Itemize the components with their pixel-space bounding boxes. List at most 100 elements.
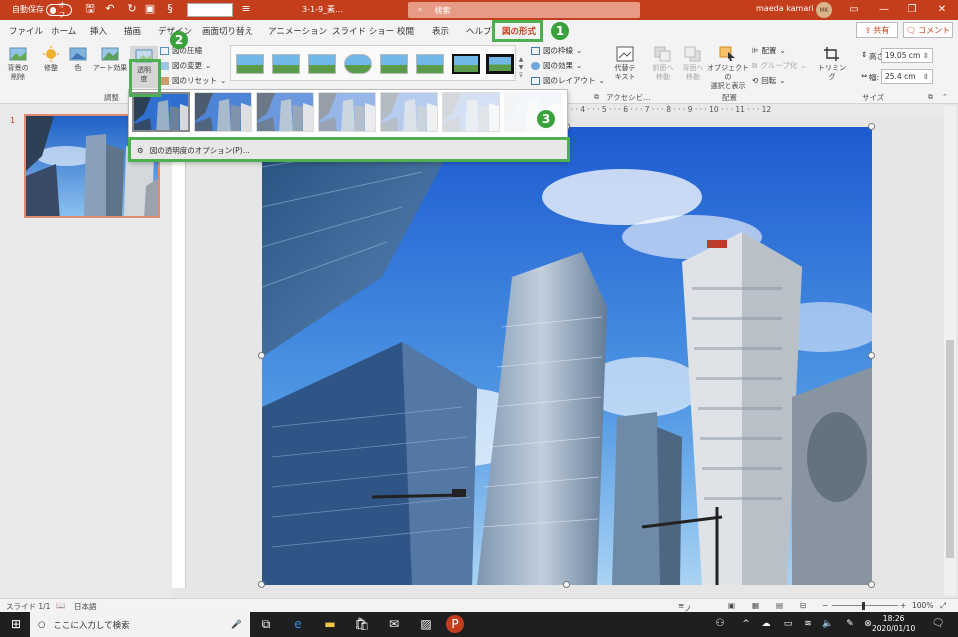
transparency-preset-50[interactable] [318,92,376,132]
spinner-icon[interactable]: ⇳ [923,51,929,60]
reading-view-icon[interactable]: ▤ [776,601,783,610]
send-backward-button[interactable]: 背面へ 移動 [678,46,708,82]
transparency-preset-80[interactable] [442,92,500,132]
tab-draw[interactable]: 描画 [124,25,141,37]
selected-picture[interactable] [262,127,872,585]
zoom-slider[interactable] [832,605,898,606]
gallery-scroll[interactable]: ▲ ▼ ⊽ [516,56,526,80]
tab-file[interactable]: ファイル [9,25,43,37]
picture-style-2[interactable] [272,54,300,74]
tab-insert[interactable]: 挿入 [90,25,107,37]
zoom-level[interactable]: 100% [912,601,933,610]
notification-icon[interactable]: 🗨 [928,615,948,633]
restore-icon[interactable]: ❐ [904,2,920,18]
reset-picture-button[interactable]: 図のリセット ⌄ [160,75,226,86]
tray-chevron-icon[interactable]: ^ [736,615,756,633]
zoom-out-icon[interactable]: − [822,601,828,610]
customize-icon[interactable]: § [164,3,176,15]
picture-style-8[interactable] [486,54,514,74]
mail-icon[interactable]: ✉ [384,615,404,633]
file-explorer-icon[interactable]: ▬ [320,615,340,633]
spellcheck-icon[interactable]: 📖 [56,601,65,610]
picture-style-5[interactable] [380,54,408,74]
transparency-button[interactable]: 透明 度 [130,46,158,88]
network-icon[interactable]: ▭ [778,615,798,633]
close-icon[interactable]: ✕ [934,2,950,18]
onedrive-icon[interactable]: ☁ [756,615,776,633]
powerpoint-icon[interactable]: P [446,615,464,633]
store-icon[interactable]: 🛍 [352,615,372,633]
resize-handle-e[interactable] [868,352,875,359]
fit-slide-icon[interactable]: ⤢ [940,601,946,611]
height-input[interactable]: 19.05 cm ⇳ [881,48,933,63]
redo-icon[interactable]: ↻ [126,3,138,15]
windows-start-icon[interactable]: ⊞ [6,615,26,633]
slideshow-view-icon[interactable]: ⊟ [800,601,806,610]
collapse-ribbon-icon[interactable]: ⌃ [942,93,948,101]
crop-button[interactable]: トリミング [816,46,848,82]
transparency-preset-95[interactable] [504,92,562,132]
picture-style-7[interactable] [452,54,480,74]
clock[interactable]: 18:26 2020/01/10 [872,614,915,634]
notes-button[interactable]: ≡ ノート [678,601,692,635]
edge-icon[interactable]: e [288,615,308,633]
comment-button[interactable]: 🗨 コメント [903,22,953,38]
minimize-icon[interactable]: — [876,2,892,18]
picture-layout-button[interactable]: 図のレイアウト ⌄ [531,75,605,86]
tab-picture-format[interactable]: 図の形式 [502,25,536,37]
qat-more-icon[interactable]: ≡ [240,3,252,15]
tab-view[interactable]: 表示 [432,25,449,37]
change-picture-button[interactable]: 図の変更 ⌄ [160,60,211,71]
font-box[interactable] [187,3,233,17]
remove-background-button[interactable]: 背景の 削除 [4,46,32,82]
resize-handle-s[interactable] [563,581,570,588]
microphone-icon[interactable]: 🎤 [231,620,242,630]
wifi-icon[interactable]: ≋ [798,615,818,633]
picture-style-4[interactable] [344,54,372,74]
dialog-launcher-icon[interactable]: ⧉ [928,93,933,102]
undo-icon[interactable]: ↶ [104,3,116,15]
tab-slideshow[interactable]: スライド ショー [332,25,394,37]
alt-text-button[interactable]: 代替テ キスト [608,46,642,82]
avatar[interactable]: MK [816,2,832,18]
tab-review[interactable]: 校閲 [397,25,414,37]
tab-help[interactable]: ヘルプ [466,25,492,37]
scroll-down-icon[interactable]: ▼ [519,64,524,71]
share-button[interactable]: ⇪ 共有 [856,22,898,38]
normal-view-icon[interactable]: ▣ [728,601,735,610]
corrections-button[interactable]: 修整 [38,46,64,73]
photos-icon[interactable]: ▨ [416,615,436,633]
spinner-icon[interactable]: ⇳ [923,72,929,81]
ribbon-display-icon[interactable]: ▭ [846,2,862,18]
people-icon[interactable]: ⚇ [710,615,730,633]
resize-handle-ne[interactable] [868,123,875,130]
scroll-up-icon[interactable]: ▲ [519,56,524,63]
color-button[interactable]: 色 [66,46,90,73]
transparency-options-menu-item[interactable]: ⚙ 図の透明度のオプション(P)... [131,140,567,160]
align-button[interactable]: ⊫ 配置 ⌄ [752,45,786,56]
picture-effects-button[interactable]: 図の効果 ⌄ [531,60,582,71]
language-label[interactable]: 日本語 [74,601,97,612]
task-view-icon[interactable]: ⧉ [256,615,276,633]
vertical-scrollbar[interactable] [944,106,956,596]
save-icon[interactable]: 🖫 [84,3,96,15]
gallery-more-icon[interactable]: ⊽ [519,72,523,79]
pen-icon[interactable]: ✎ [840,615,860,633]
art-effects-button[interactable]: アート効果 [92,46,128,73]
transparency-preset-30[interactable] [256,92,314,132]
resize-handle-w[interactable] [258,352,265,359]
scrollbar-thumb[interactable] [946,340,954,558]
picture-style-6[interactable] [416,54,444,74]
present-icon[interactable]: ▣ [144,3,156,15]
resize-handle-se[interactable] [868,581,875,588]
rotate-button[interactable]: ⟲ 回転 ⌄ [752,75,786,86]
bring-forward-button[interactable]: 前面へ 移動 [648,46,678,82]
tab-animations[interactable]: アニメーション [268,25,327,37]
dialog-launcher-icon[interactable]: ⧉ [594,93,599,102]
zoom-slider-thumb[interactable] [862,602,865,610]
tab-transitions[interactable]: 画面切り替え [202,25,253,37]
volume-icon[interactable]: 🔈 [818,615,838,633]
resize-handle-sw[interactable] [258,581,265,588]
zoom-in-icon[interactable]: + [900,601,906,610]
picture-style-1[interactable] [236,54,264,74]
